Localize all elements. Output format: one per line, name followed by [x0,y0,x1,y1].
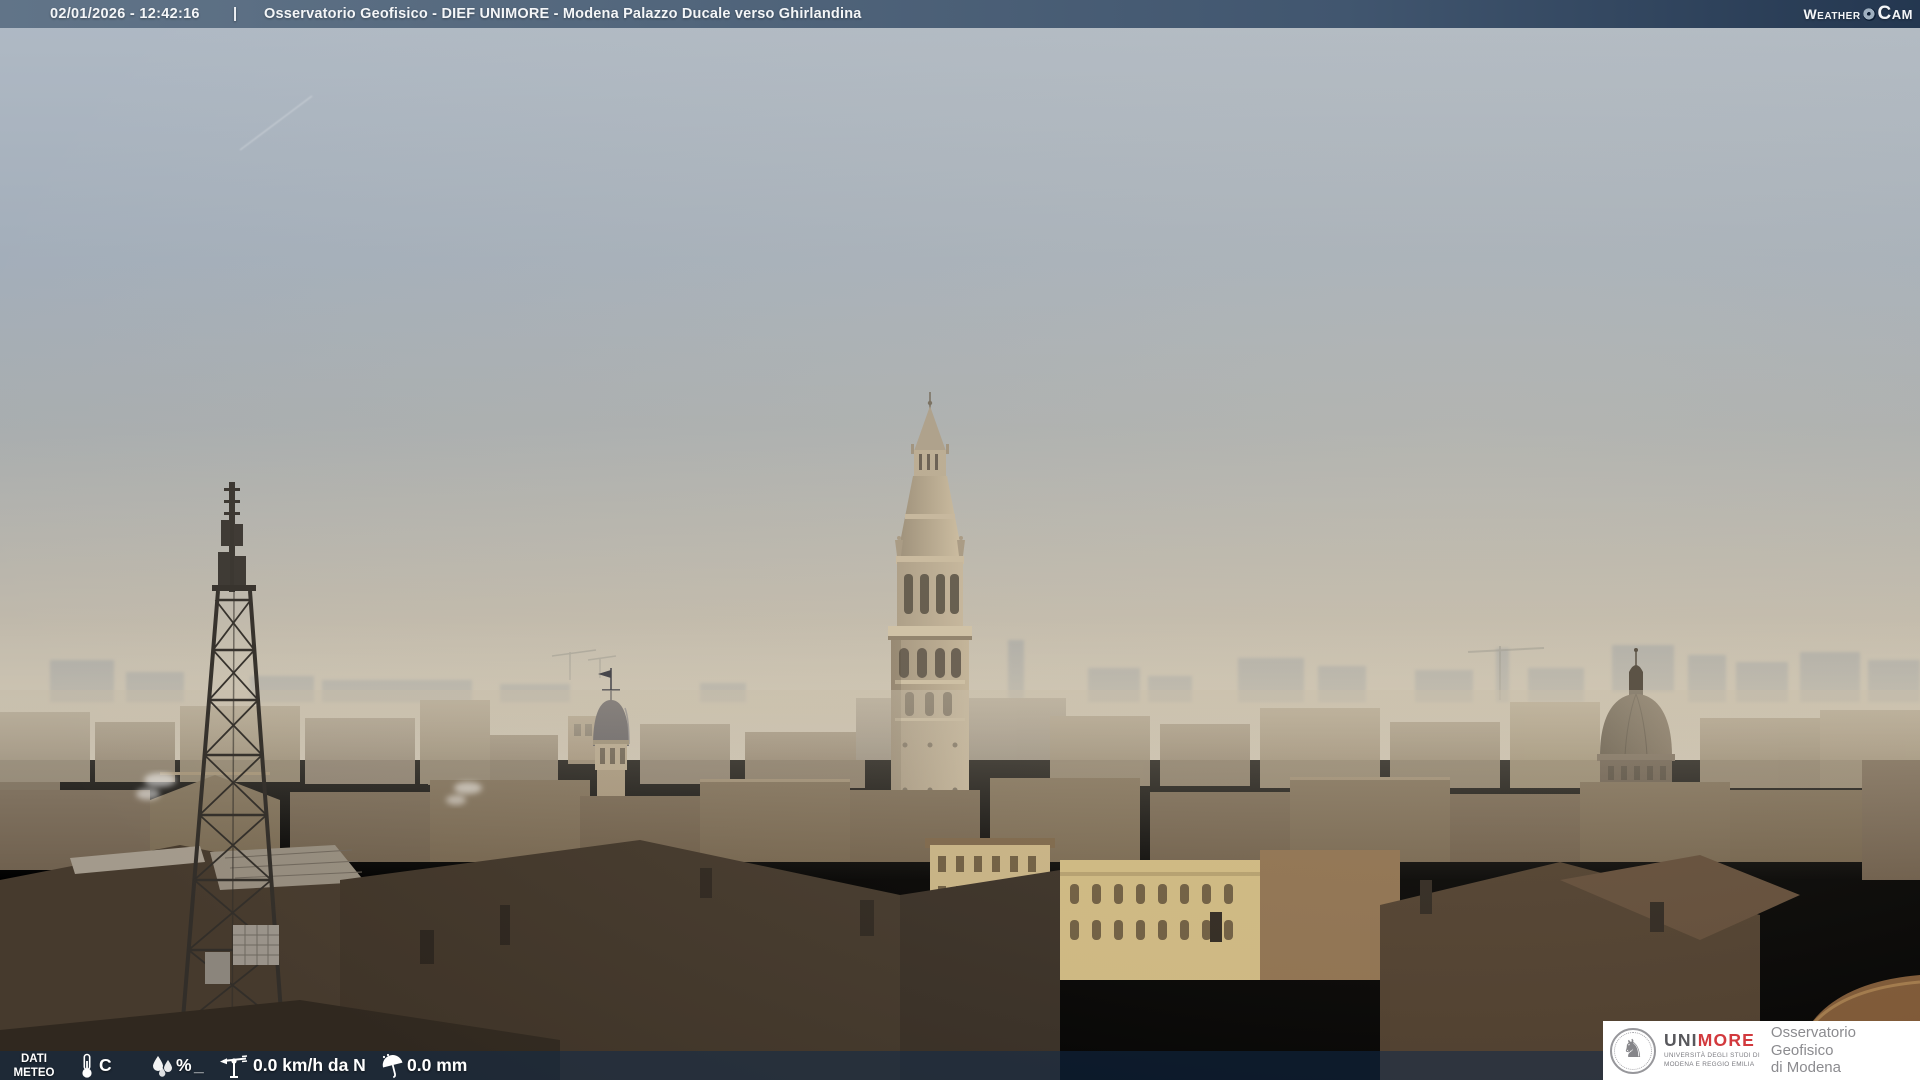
missing-value-mark: _ [194,1051,204,1080]
humidity-unit: % [176,1051,192,1080]
rain-value: 0.0 mm [407,1051,467,1080]
wind-value: 0.0 km/h da N [253,1051,366,1080]
observatory-line1: Osservatorio Geofisico [1771,1024,1920,1059]
page-title: Osservatorio Geofisico - DIEF UNIMORE - … [264,0,862,28]
observatory-line2: di Modena [1771,1059,1920,1077]
university-subtitle-line1: UNIVERSITÀ DEGLI STUDI DI [1664,1052,1760,1060]
unimore-uni-text: UNI [1664,1030,1698,1050]
unimore-seal-icon: ♞ [1610,1028,1656,1074]
dati-label: DATI [10,1053,58,1067]
umbrella-icon [380,1053,406,1079]
sunlight-wash [0,0,1920,1080]
unimore-wordmark: UNIMORE UNIVERSITÀ DEGLI STUDI DI MODENA… [1664,1032,1760,1069]
knight-glyph: ♞ [1622,1037,1644,1062]
thermometer-icon [79,1053,95,1079]
brand-cam-label: Cam [1878,0,1913,28]
weathercam-logo[interactable]: Weather Cam [1803,0,1913,28]
separator: | [233,0,237,28]
camera-lens-icon [1863,8,1876,21]
brand-weather-label: Weather [1803,0,1860,28]
unimore-logo-box[interactable]: ♞ UNIMORE UNIVERSITÀ DEGLI STUDI DI MODE… [1603,1021,1920,1080]
dati-meteo-label: DATI METEO [10,1053,58,1080]
observatory-label: Osservatorio Geofisico di Modena [1771,1024,1920,1077]
wind-vane-icon [219,1053,249,1079]
webcam-page: 02/01/2026 - 12:42:16 | Osservatorio Geo… [0,0,1920,1080]
header-bar: 02/01/2026 - 12:42:16 | Osservatorio Geo… [0,0,1920,28]
unimore-more-text: MORE [1698,1030,1755,1050]
temperature-unit: C [99,1051,112,1080]
meteo-label: METEO [10,1067,58,1080]
webcam-scene [0,0,1920,1080]
timestamp: 02/01/2026 - 12:42:16 [50,0,200,28]
university-subtitle-line2: MODENA E REGGIO EMILIA [1664,1061,1760,1069]
water-drops-icon [150,1055,176,1078]
